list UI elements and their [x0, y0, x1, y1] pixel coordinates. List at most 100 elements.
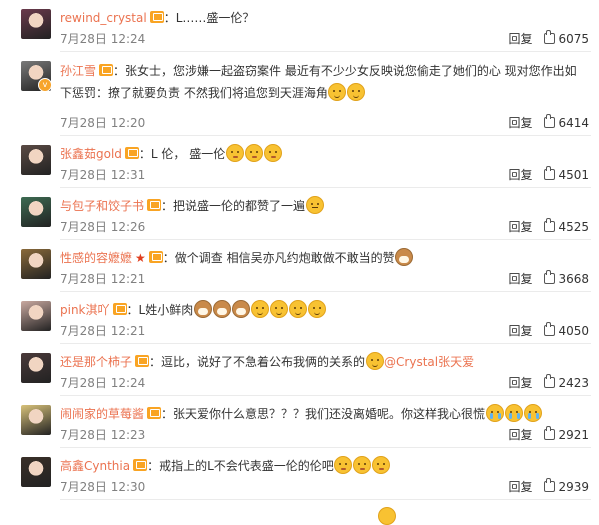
comment-content: ：做个调查 相信吴亦凡约炮敢做不敢当的赞 [162, 251, 395, 265]
like-count: 6414 [558, 116, 589, 130]
avatar[interactable] [21, 145, 51, 175]
comment-text-line: 张鑫茹gold ：L 伦， 盛一伦 [60, 144, 589, 164]
like-button[interactable]: 6075 [544, 30, 589, 46]
reply-button[interactable]: 回复 [508, 376, 532, 390]
dog-emoji-icon [231, 300, 250, 318]
like-count: 6075 [558, 32, 589, 46]
reply-button[interactable]: 回复 [508, 272, 532, 286]
like-button[interactable]: 2921 [544, 426, 589, 442]
username-link[interactable]: 与包子和饺子书 [60, 199, 144, 213]
like-count: 2921 [558, 428, 589, 442]
avatar[interactable] [21, 301, 51, 331]
username-link[interactable]: 张鑫茹gold [60, 147, 122, 161]
reply-button[interactable]: 回复 [508, 428, 532, 442]
member-level-icon[interactable] [133, 459, 148, 471]
member-level-icon[interactable] [99, 64, 114, 76]
reply-button[interactable]: 回复 [508, 168, 532, 182]
shy-emoji-icon [353, 456, 372, 474]
comment-content: ：L……盛一伦？ [163, 11, 255, 25]
comment-date: 7月28日 12:26 [60, 220, 146, 234]
avatar[interactable] [21, 457, 51, 487]
avatar[interactable] [21, 197, 51, 227]
like-button[interactable]: 3668 [544, 270, 589, 286]
avatar[interactable] [21, 249, 51, 279]
comment-text-line: 孙江雪 ：张女士，您涉嫌一起盗窃案件 最近有不少少女反映说您偷走了她们的心 现对您… [60, 60, 587, 104]
username-link[interactable]: 孙江雪 [60, 64, 96, 78]
member-level-icon[interactable] [135, 355, 150, 367]
comment-actions: 回复 2939 [508, 478, 589, 494]
like-button[interactable]: 2423 [544, 374, 589, 390]
cat-emoji-icon [250, 300, 269, 318]
comment-date: 7月28日 12:30 [60, 480, 146, 494]
cry-emoji-icon [485, 404, 504, 422]
dog-emoji-icon [193, 300, 212, 318]
member-level-icon[interactable] [147, 199, 162, 211]
member-level-icon[interactable] [124, 147, 139, 159]
comment-text-line: pink淇吖 ：L姓小鲜肉 [60, 300, 589, 320]
like-button[interactable]: 4525 [544, 218, 589, 234]
reply-button[interactable]: 回复 [508, 220, 532, 234]
comment-item: 与包子和饺子书 ：把说盛一伦的都赞了一遍 7月28日 12:26 回复 4525 [0, 188, 599, 240]
comment-content: ：L 伦， 盛一伦 [138, 147, 226, 161]
sleepy-emoji-icon [305, 196, 324, 214]
comment-actions: 回复 4525 [508, 218, 589, 234]
thumbs-up-icon [544, 374, 556, 388]
reply-button[interactable]: 回复 [508, 324, 532, 338]
member-level-icon[interactable] [149, 11, 164, 23]
member-level-icon[interactable] [147, 407, 162, 419]
like-button[interactable]: 4501 [544, 166, 589, 182]
username-link[interactable]: 性感的容嬷嬷 [60, 251, 132, 265]
reply-button[interactable]: 回复 [508, 32, 532, 46]
shy-emoji-icon [244, 144, 263, 162]
comment-date: 7月28日 12:23 [60, 428, 146, 442]
thumbs-up-icon [544, 30, 556, 44]
cat-emoji-icon [307, 300, 326, 318]
reply-button[interactable]: 回复 [508, 480, 532, 494]
dog-emoji-icon [212, 300, 231, 318]
username-link[interactable]: 还是那个柿子 [60, 355, 132, 369]
comment-content: ：逗比，说好了不急着公布我俩的关系的 [149, 355, 366, 369]
avatar[interactable] [21, 9, 51, 39]
cat-emoji-icon [347, 83, 366, 101]
like-count: 4050 [558, 324, 589, 338]
divider [60, 499, 591, 500]
like-count: 4525 [558, 220, 589, 234]
emoji-icon [378, 507, 396, 525]
comment-actions: 回复 6414 [508, 114, 589, 130]
reply-button[interactable]: 回复 [508, 116, 532, 130]
comment-item: pink淇吖 ：L姓小鲜肉 7月28日 12:21 回复 4050 [0, 292, 599, 344]
like-count: 4501 [558, 168, 589, 182]
mention-link[interactable]: @Crystal张天爱 [384, 355, 474, 369]
verified-badge-icon: v [38, 78, 52, 92]
username-link[interactable]: 闹闹家的草莓酱 [60, 407, 144, 421]
comment-actions: 回复 4501 [508, 166, 589, 182]
comment-content: ：L姓小鲜肉 [126, 303, 194, 317]
avatar[interactable] [21, 405, 51, 435]
comment-text-line: 性感的容嬷嬷 ★ ：做个调查 相信吴亦凡约炮敢做不敢当的赞 [60, 248, 589, 268]
member-level-icon[interactable] [112, 303, 127, 315]
like-count: 2939 [558, 480, 589, 494]
comment-content: ：戒指上的L不会代表盛一伦的伦吧 [147, 459, 334, 473]
comment-item: 性感的容嬷嬷 ★ ：做个调查 相信吴亦凡约炮敢做不敢当的赞 7月28日 12:21 回复… [0, 240, 599, 292]
like-count: 2423 [558, 376, 589, 390]
username-link[interactable]: pink淇吖 [60, 303, 110, 317]
shy-emoji-icon [334, 456, 353, 474]
comment-item: 闹闹家的草莓酱 ：张天爱你什么意思？？？我们还没离婚呢。你这样我心很慌 7月28日 … [0, 396, 599, 448]
thumbs-up-icon [544, 322, 556, 336]
avatar[interactable] [21, 353, 51, 383]
like-button[interactable]: 6414 [544, 114, 589, 130]
thumbs-up-icon [544, 166, 556, 180]
like-button[interactable]: 2939 [544, 478, 589, 494]
member-level-icon[interactable] [148, 251, 163, 263]
like-button[interactable]: 4050 [544, 322, 589, 338]
username-link[interactable]: 高鑫Cynthia [60, 459, 130, 473]
cat-emoji-icon [288, 300, 307, 318]
shy-emoji-icon [263, 144, 282, 162]
comment-content: ：把说盛一伦的都赞了一遍 [161, 199, 306, 213]
username-link[interactable]: rewind_crystal [60, 11, 147, 25]
shy-emoji-icon [225, 144, 244, 162]
comment-actions: 回复 2921 [508, 426, 589, 442]
comment-text-line: 高鑫Cynthia ：戒指上的L不会代表盛一伦的伦吧 [60, 456, 589, 476]
comment-date: 7月28日 12:21 [60, 272, 146, 286]
comment-actions: 回复 3668 [508, 270, 589, 286]
